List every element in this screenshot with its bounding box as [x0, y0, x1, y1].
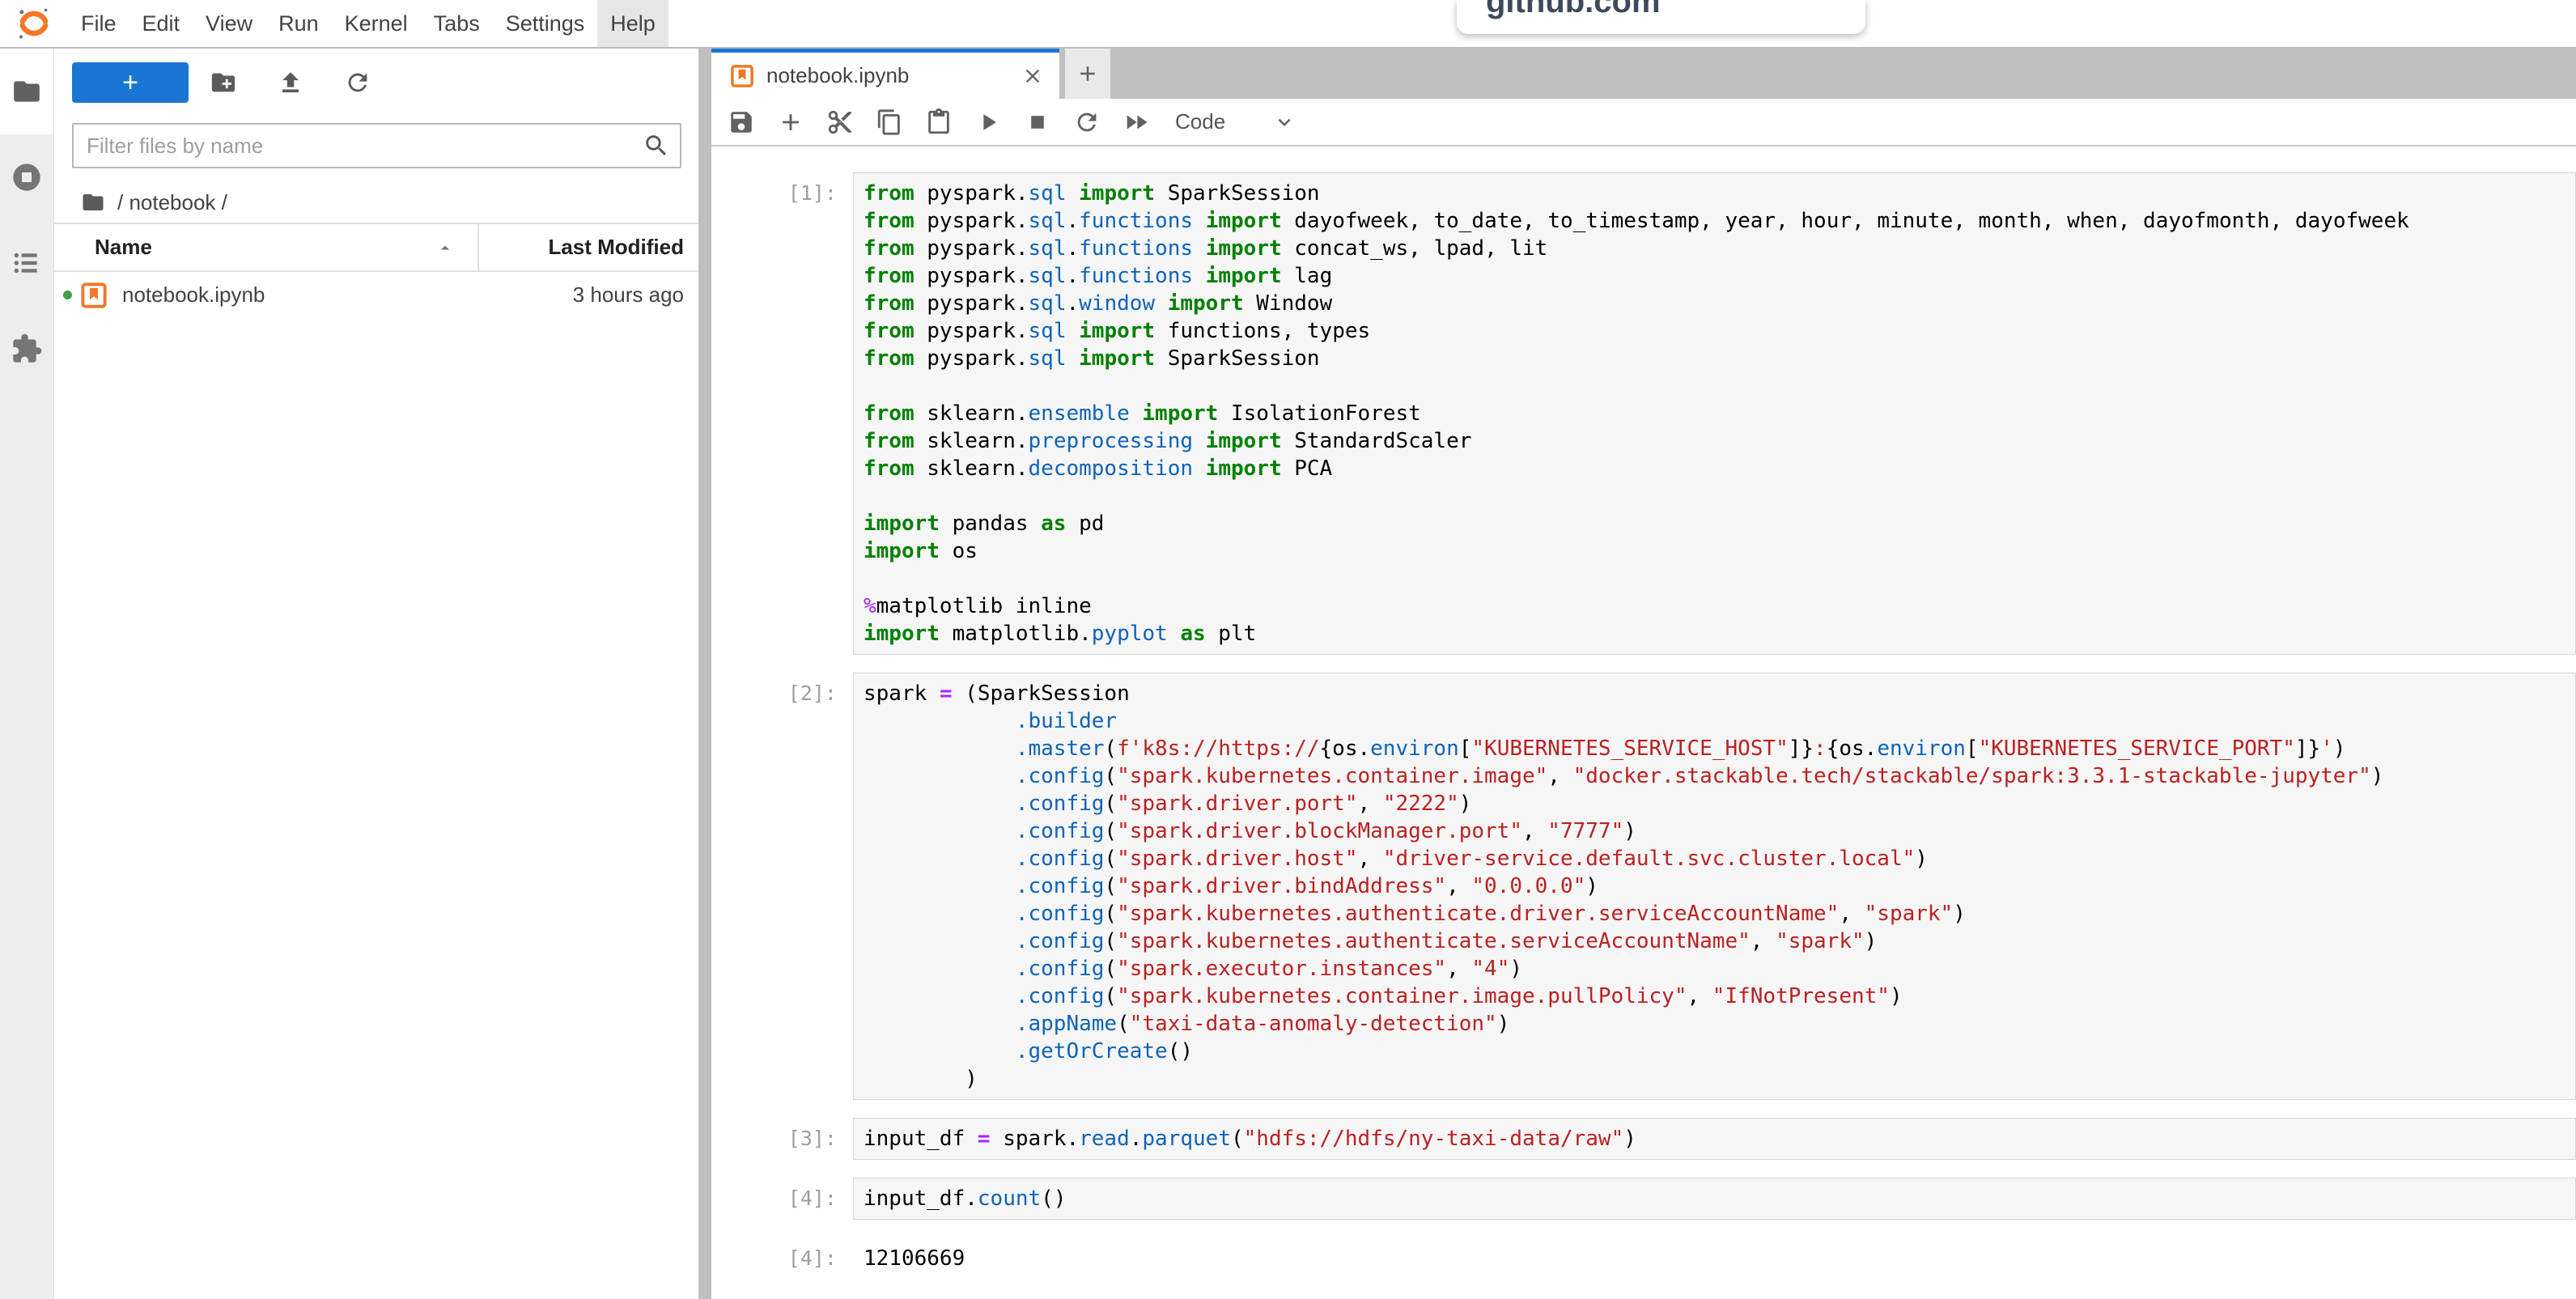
puzzle-icon	[11, 333, 43, 365]
name-column-label: Name	[95, 235, 152, 260]
chevron-down-icon[interactable]	[1272, 110, 1296, 134]
run-cell-button[interactable]	[974, 108, 1002, 136]
output-area: [4]:12106669	[711, 1237, 2576, 1272]
jupyter-logo	[0, 0, 68, 47]
paste-cells-button[interactable]	[925, 108, 953, 136]
tab-close-button[interactable]	[1019, 62, 1046, 90]
sidebar-tab-files[interactable]	[0, 49, 53, 134]
file-name: notebook.ipynb	[122, 282, 265, 308]
breadcrumb-path: / notebook /	[117, 190, 227, 215]
tab-notebook[interactable]: notebook.ipynb	[711, 49, 1059, 99]
sort-caret-up-icon	[435, 238, 455, 257]
breadcrumb[interactable]: / notebook /	[81, 185, 227, 220]
jupyterlab-window: FileEditViewRunKernelTabsSettingsHelp gi…	[0, 0, 2576, 1299]
menu-item-settings[interactable]: Settings	[493, 0, 598, 47]
notebook-cells: [1]:from pyspark.sql import SparkSession…	[711, 146, 2576, 1299]
menu-items: FileEditViewRunKernelTabsSettingsHelp	[68, 0, 668, 47]
folder-icon	[11, 76, 42, 107]
new-tab-button[interactable]	[1065, 49, 1110, 99]
sidebar-tab-stripe	[0, 49, 54, 1299]
file-modified: 3 hours ago	[573, 282, 698, 308]
cell-editor[interactable]: input_df = spark.read.parquet("hdfs://hd…	[853, 1118, 2576, 1160]
column-header-modified[interactable]: Last Modified	[477, 224, 698, 270]
plus-icon	[1076, 62, 1100, 86]
file-browser-toolbar	[210, 69, 371, 96]
insert-cell-button[interactable]	[777, 108, 804, 136]
sidebar-tab-toc[interactable]	[0, 220, 53, 306]
running-kernel-dot	[63, 291, 72, 299]
input-prompt: [3]:	[711, 1118, 853, 1160]
refresh-button[interactable]	[344, 69, 371, 96]
save-button[interactable]	[728, 108, 755, 136]
cell-editor[interactable]: spark = (SparkSession .builder .master(f…	[853, 673, 2576, 1100]
file-list-header: Name Last Modified	[54, 223, 698, 272]
stop-circle-icon	[11, 161, 43, 193]
notebook-panel: Code [1]:from pyspark.sql import SparkSe…	[711, 99, 2576, 1299]
browser-popup: github.com	[1457, 0, 1865, 34]
file-browser-panel: + / notebook / Name	[54, 49, 698, 1299]
close-icon	[1021, 65, 1044, 87]
input-prompt: [1]:	[711, 172, 853, 655]
code-cell: [3]:input_df = spark.read.parquet("hdfs:…	[711, 1118, 2576, 1160]
code-cell: [2]:spark = (SparkSession .builder .mast…	[711, 673, 2576, 1100]
tab-bar: notebook.ipynb	[698, 49, 2576, 99]
output-prompt: [4]:	[711, 1237, 853, 1272]
interrupt-kernel-button[interactable]	[1024, 108, 1051, 136]
menu-bar: FileEditViewRunKernelTabsSettingsHelp	[0, 0, 2576, 49]
input-prompt: [2]:	[711, 673, 853, 1100]
copy-cells-button[interactable]	[876, 108, 903, 136]
upload-button[interactable]	[277, 69, 304, 96]
restart-kernel-button[interactable]	[1073, 108, 1101, 136]
notebook-toolbar: Code	[711, 99, 2576, 146]
code-cell: [4]:input_df.count()	[711, 1178, 2576, 1220]
menu-item-tabs[interactable]: Tabs	[421, 0, 493, 47]
search-icon	[643, 132, 670, 159]
column-header-name[interactable]: Name	[54, 235, 477, 260]
notebook-file-icon	[79, 281, 108, 310]
cell-editor[interactable]: from pyspark.sql import SparkSession fro…	[853, 172, 2576, 655]
dock-panel: notebook.ipynb	[698, 49, 2576, 1299]
jupyter-logo-icon	[15, 5, 53, 42]
popup-text: github.com	[1486, 0, 1661, 20]
output-text: 12106669	[853, 1237, 2576, 1272]
menu-item-help[interactable]: Help	[597, 0, 668, 47]
cell-type-dropdown[interactable]: Code	[1175, 109, 1225, 134]
sidebar-tab-extensions[interactable]	[0, 306, 53, 392]
input-prompt: [4]:	[711, 1178, 853, 1220]
file-list-item-notebook[interactable]: notebook.ipynb 3 hours ago	[54, 270, 698, 320]
toc-list-icon	[11, 248, 42, 278]
filter-files-box	[72, 123, 681, 168]
cell-editor[interactable]: input_df.count()	[853, 1178, 2576, 1220]
new-launcher-button[interactable]: +	[72, 62, 189, 103]
code-cell: [1]:from pyspark.sql import SparkSession…	[711, 172, 2576, 655]
menu-item-run[interactable]: Run	[265, 0, 332, 47]
menu-item-kernel[interactable]: Kernel	[332, 0, 421, 47]
home-folder-icon	[81, 190, 105, 214]
sidebar-tab-running[interactable]	[0, 134, 53, 220]
new-folder-button[interactable]	[210, 69, 237, 96]
tab-label: notebook.ipynb	[766, 63, 909, 88]
notebook-file-icon	[729, 63, 755, 89]
restart-run-all-button[interactable]	[1122, 108, 1150, 136]
menu-item-file[interactable]: File	[68, 0, 129, 47]
filter-files-input[interactable]	[74, 134, 643, 159]
cut-cells-button[interactable]	[826, 108, 854, 136]
menu-item-edit[interactable]: Edit	[129, 0, 193, 47]
menu-item-view[interactable]: View	[193, 0, 265, 47]
modified-column-label: Last Modified	[548, 235, 684, 260]
